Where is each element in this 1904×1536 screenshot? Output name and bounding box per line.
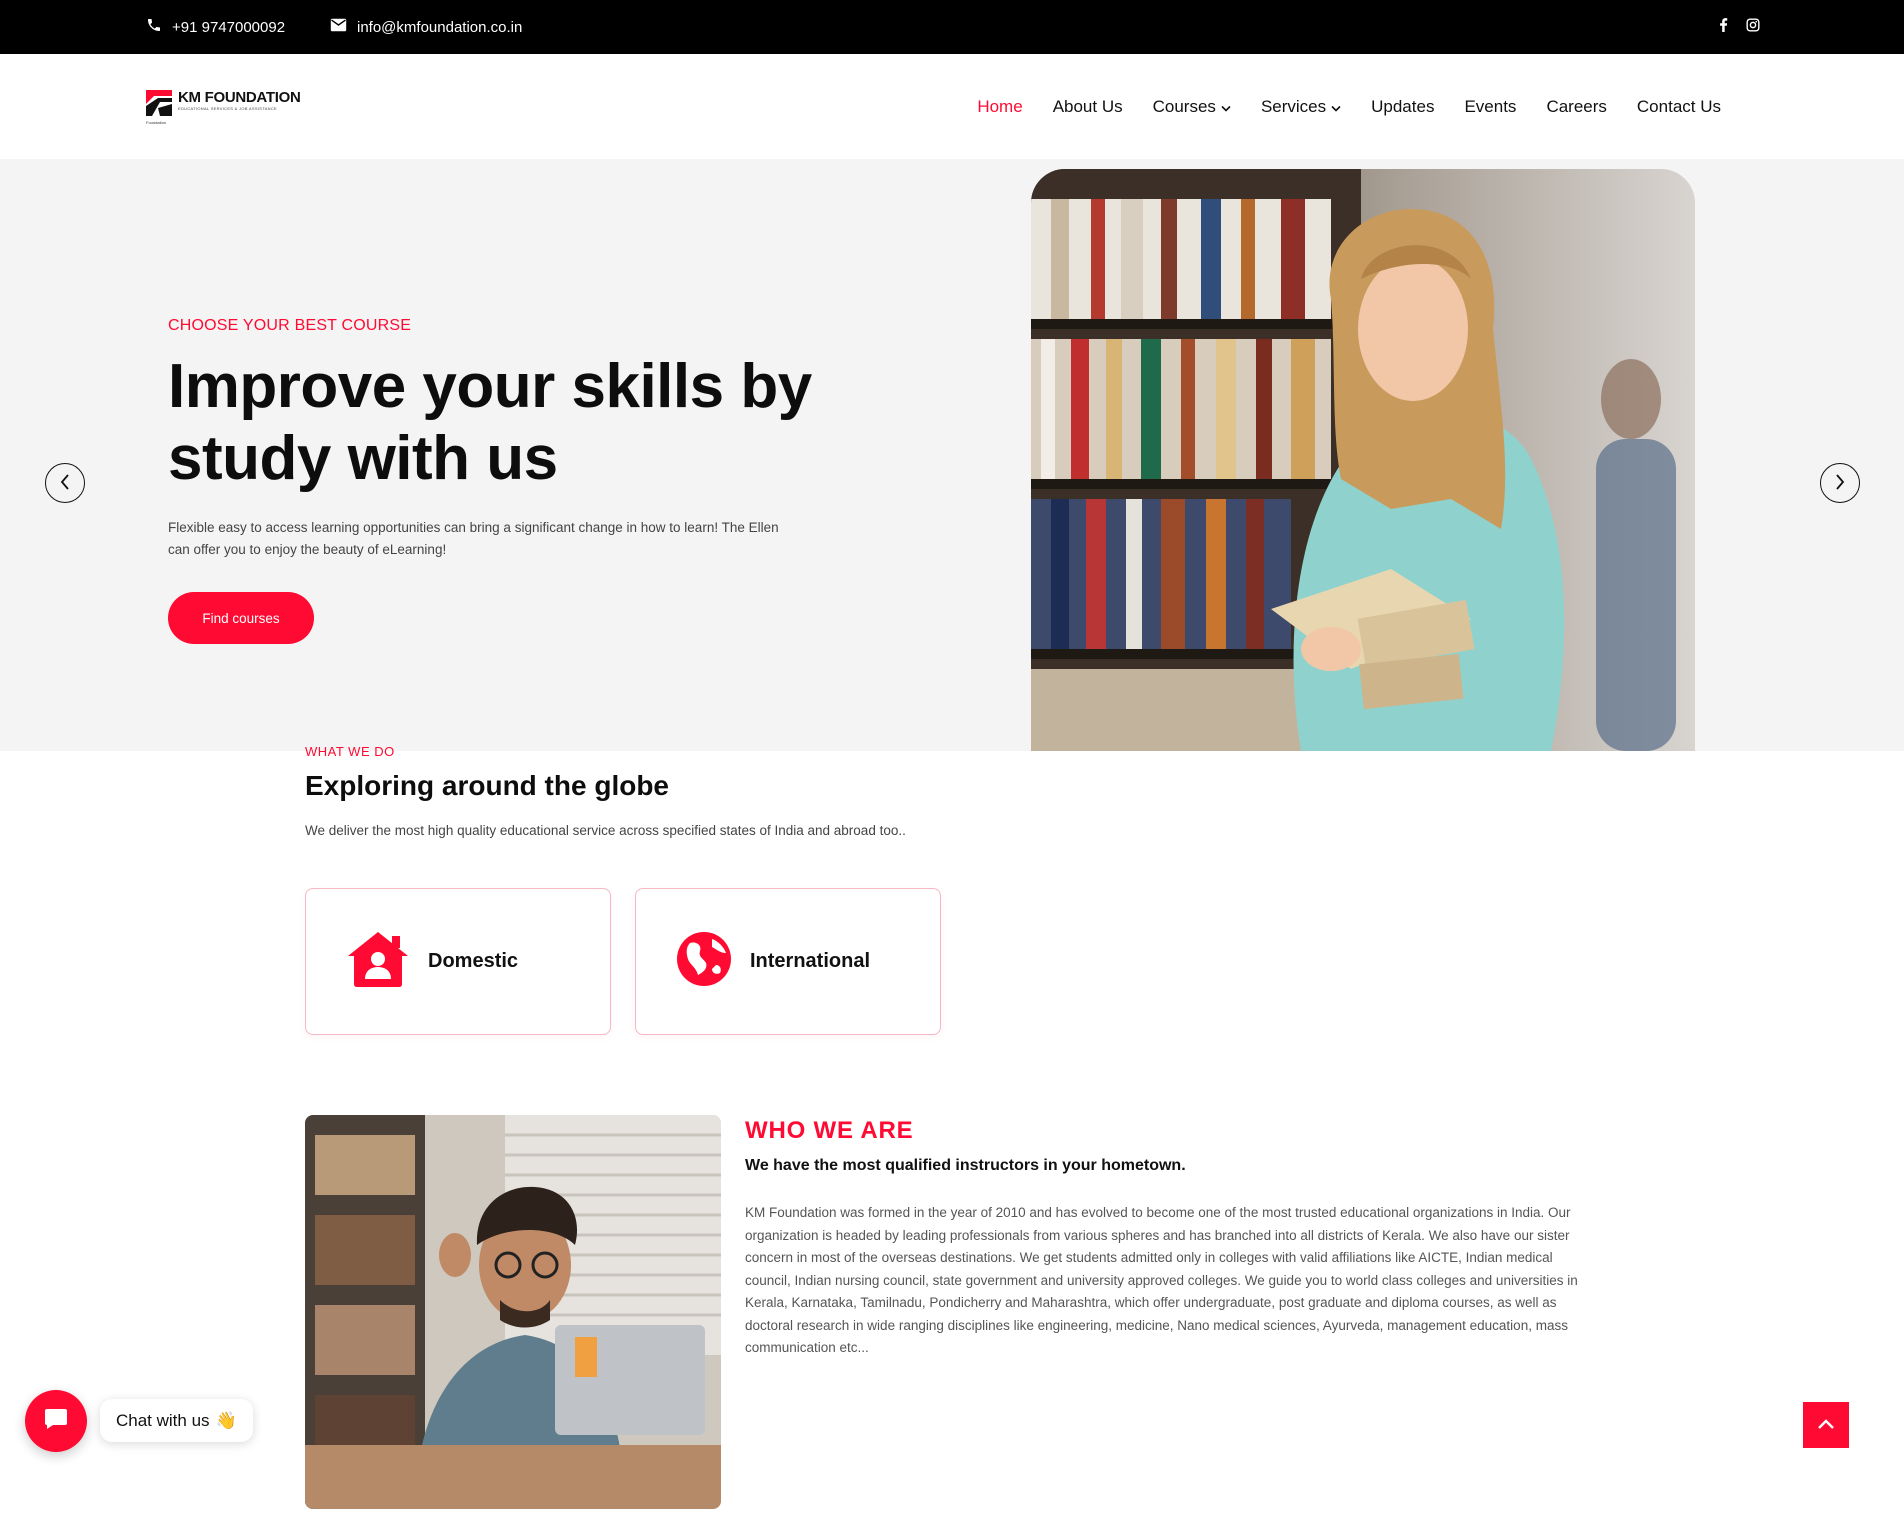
logo-sub: Foundation	[146, 120, 167, 125]
nav-courses[interactable]: Courses	[1153, 97, 1231, 117]
nav-about-us[interactable]: About Us	[1053, 97, 1123, 117]
nav-careers-label: Careers	[1546, 96, 1607, 116]
logo-name: KM FOUNDATION	[178, 89, 301, 106]
slider-next-button[interactable]	[1820, 463, 1860, 503]
hero-kicker: CHOOSE YOUR BEST COURSE	[168, 317, 412, 334]
facebook-icon[interactable]	[1719, 17, 1728, 37]
social-links	[1719, 0, 1760, 54]
email-contact[interactable]: info@kmfoundation.co.in	[330, 0, 522, 54]
domestic-card[interactable]: Domestic	[305, 888, 611, 1035]
nav-events[interactable]: Events	[1464, 97, 1516, 117]
top-bar: +91 9747000092 info@kmfoundation.co.in	[0, 0, 1904, 54]
international-card[interactable]: International	[635, 888, 941, 1035]
site-header: KM FOUNDATION EDUCATIONAL SERVICES & JOB…	[0, 54, 1904, 159]
chat-with-us-label[interactable]: Chat with us 👋	[100, 1399, 253, 1442]
waving-hand-icon: 👋	[215, 1410, 237, 1430]
phone-icon	[146, 17, 162, 37]
chat-bubble-icon	[44, 1408, 68, 1435]
nav-courses-label: Courses	[1152, 96, 1216, 116]
hero-description: Flexible easy to access learning opportu…	[168, 520, 779, 557]
phone-contact[interactable]: +91 9747000092	[146, 0, 285, 54]
nav-contact-label: Contact Us	[1636, 96, 1721, 116]
mail-icon	[330, 18, 347, 36]
logo-mark-icon	[146, 90, 172, 121]
nav-events-label: Events	[1464, 96, 1517, 116]
who-we-are-subtitle: We have the most qualified instructors i…	[745, 1157, 1186, 1174]
chat-button[interactable]	[25, 1390, 87, 1452]
nav-services[interactable]: Services	[1261, 97, 1341, 117]
nav-careers[interactable]: Careers	[1546, 97, 1606, 117]
globe-icon	[676, 931, 732, 992]
instructor-image	[305, 1115, 721, 1509]
what-we-do-description: We deliver the most high quality educati…	[305, 823, 906, 838]
nav-home-label: Home	[977, 96, 1023, 116]
nav-about-label: About Us	[1052, 96, 1123, 116]
scroll-to-top-button[interactable]	[1803, 1402, 1849, 1448]
domestic-label: Domestic	[428, 950, 519, 972]
main-nav: Home About Us Courses Services Updates E…	[977, 54, 1721, 159]
chevron-down-icon	[1221, 97, 1231, 117]
nav-services-label: Services	[1260, 96, 1327, 116]
nav-updates-label: Updates	[1371, 96, 1435, 116]
hero-student-image	[1031, 169, 1695, 751]
chevron-left-icon	[60, 473, 70, 493]
hero-title: Improve your skills by study with us	[168, 352, 812, 493]
who-we-are-kicker: WHO WE ARE	[745, 1117, 914, 1144]
km-foundation-logo[interactable]: KM FOUNDATION EDUCATIONAL SERVICES & JOB…	[146, 89, 301, 125]
house-user-icon	[346, 930, 410, 993]
chat-label-text: Chat with us	[116, 1410, 210, 1430]
international-label: International	[750, 950, 871, 972]
chevron-down-icon	[1331, 97, 1341, 117]
slider-prev-button[interactable]	[45, 463, 85, 503]
chevron-up-icon	[1818, 1416, 1834, 1434]
find-courses-button[interactable]: Find courses	[168, 592, 314, 644]
chevron-right-icon	[1835, 473, 1845, 493]
instagram-icon[interactable]	[1746, 17, 1760, 37]
what-we-do-title: Exploring around the globe	[305, 770, 669, 801]
phone-number: +91 9747000092	[172, 18, 286, 36]
nav-updates[interactable]: Updates	[1371, 97, 1434, 117]
who-we-are-body: KM Foundation was formed in the year of …	[745, 1205, 1578, 1355]
nav-contact-us[interactable]: Contact Us	[1637, 97, 1721, 117]
hero-slider: CHOOSE YOUR BEST COURSE Improve your ski…	[0, 159, 1904, 751]
email-address: info@kmfoundation.co.in	[357, 18, 523, 36]
logo-tagline: EDUCATIONAL SERVICES & JOB ASSISTANCE	[178, 106, 277, 111]
what-we-do-kicker: WHAT WE DO	[305, 744, 395, 756]
nav-home[interactable]: Home	[977, 97, 1022, 117]
